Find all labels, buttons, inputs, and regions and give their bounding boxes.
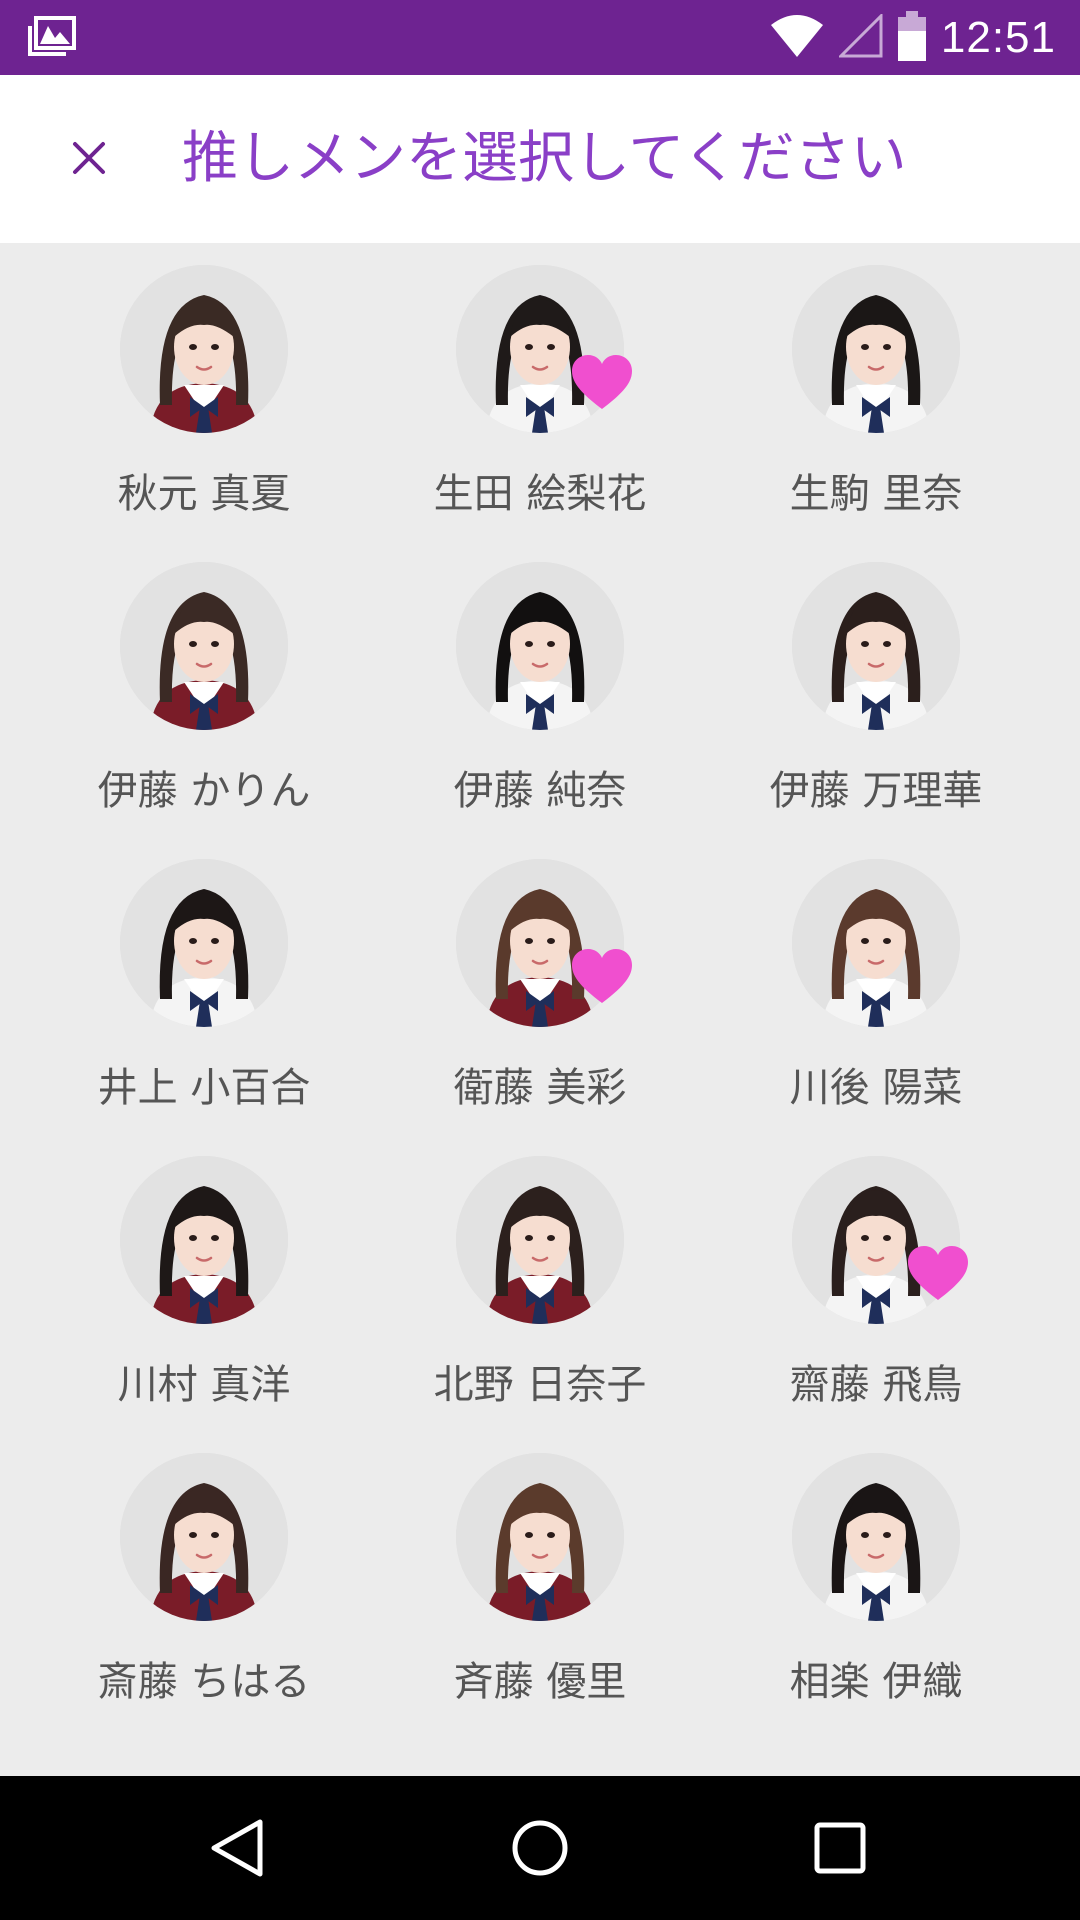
recents-button[interactable] [802, 1810, 878, 1886]
member-card[interactable]: 井上 小百合 [36, 837, 372, 1134]
member-name: 齋藤 飛鳥 [789, 1362, 963, 1408]
member-name: 相楽 伊織 [789, 1659, 963, 1705]
cellular-signal-icon [837, 11, 883, 62]
member-avatar [120, 265, 288, 433]
member-avatar [456, 1156, 624, 1324]
member-name: 北野 日奈子 [433, 1362, 647, 1408]
member-avatar-wrap [456, 562, 624, 730]
member-name: 川後 陽菜 [789, 1065, 963, 1111]
member-card[interactable]: 伊藤 かりん [36, 540, 372, 837]
member-name: 秋元 真夏 [117, 471, 291, 517]
member-card[interactable]: 衛藤 美彩 [372, 837, 708, 1134]
member-avatar-wrap [120, 859, 288, 1027]
member-card[interactable]: 川後 陽菜 [708, 837, 1044, 1134]
member-name: 生駒 里奈 [789, 471, 963, 517]
member-avatar [792, 1453, 960, 1621]
member-name: 生田 絵梨花 [433, 471, 647, 517]
member-avatar-wrap [120, 1156, 288, 1324]
navigation-bar [0, 1776, 1080, 1920]
member-avatar-wrap [456, 265, 632, 433]
member-name: 斉藤 優里 [453, 1659, 627, 1705]
member-avatar [456, 1453, 624, 1621]
member-name: 伊藤 かりん [97, 768, 311, 814]
member-card[interactable]: 相楽 伊織 [708, 1431, 1044, 1728]
member-name: 伊藤 純奈 [453, 768, 627, 814]
favorite-heart-icon [570, 947, 634, 1005]
member-card[interactable]: 秋元 真夏 [36, 243, 372, 540]
member-avatar [120, 562, 288, 730]
member-avatar-wrap [792, 1156, 968, 1324]
back-icon [211, 1819, 263, 1877]
member-card[interactable]: 生駒 里奈 [708, 243, 1044, 540]
status-bar: 12:51 [0, 0, 1080, 75]
member-avatar [792, 265, 960, 433]
gallery-notification-icon [28, 16, 78, 58]
member-avatar-wrap [792, 1453, 960, 1621]
member-avatar [792, 859, 960, 1027]
member-card[interactable]: 斉藤 優里 [372, 1431, 708, 1728]
member-name: 斎藤 ちはる [97, 1659, 311, 1705]
dialog-header: 推しメンを選択してください [0, 75, 1080, 243]
member-avatar [792, 562, 960, 730]
battery-icon [897, 10, 927, 65]
member-card[interactable]: 北野 日奈子 [372, 1134, 708, 1431]
member-name: 伊藤 万理華 [769, 768, 983, 814]
member-name: 川村 真洋 [117, 1362, 291, 1408]
status-indicators: 12:51 [769, 0, 1056, 75]
member-avatar [120, 859, 288, 1027]
member-avatar [120, 1453, 288, 1621]
member-card[interactable]: 齋藤 飛鳥 [708, 1134, 1044, 1431]
member-grid: 秋元 真夏 生田 絵梨花 生駒 里奈 伊藤 かりん 伊藤 純奈 伊藤 万理華 井… [0, 243, 1080, 1776]
member-avatar-wrap [456, 859, 632, 1027]
member-card[interactable]: 斎藤 ちはる [36, 1431, 372, 1728]
member-card[interactable]: 伊藤 万理華 [708, 540, 1044, 837]
favorite-heart-icon [906, 1244, 970, 1302]
member-avatar-wrap [120, 562, 288, 730]
member-avatar-wrap [120, 265, 288, 433]
member-avatar-wrap [456, 1453, 624, 1621]
back-button[interactable] [200, 1810, 276, 1886]
wifi-icon [769, 13, 825, 63]
member-avatar-wrap [456, 1156, 624, 1324]
member-avatar-wrap [792, 859, 960, 1027]
member-avatar-wrap [792, 562, 960, 730]
member-name: 衛藤 美彩 [453, 1065, 627, 1111]
favorite-heart-icon [570, 353, 634, 411]
close-button[interactable] [56, 125, 122, 191]
member-card[interactable]: 川村 真洋 [36, 1134, 372, 1431]
member-name: 井上 小百合 [97, 1065, 311, 1111]
member-avatar [120, 1156, 288, 1324]
home-icon [512, 1820, 568, 1876]
close-icon [73, 142, 105, 174]
page-title: 推しメンを選択してください [182, 126, 907, 191]
member-avatar [456, 562, 624, 730]
recents-icon [814, 1822, 866, 1874]
member-card[interactable]: 伊藤 純奈 [372, 540, 708, 837]
member-card[interactable]: 生田 絵梨花 [372, 243, 708, 540]
member-avatar-wrap [792, 265, 960, 433]
home-button[interactable] [502, 1810, 578, 1886]
clock: 12:51 [940, 12, 1056, 62]
member-avatar-wrap [120, 1453, 288, 1621]
